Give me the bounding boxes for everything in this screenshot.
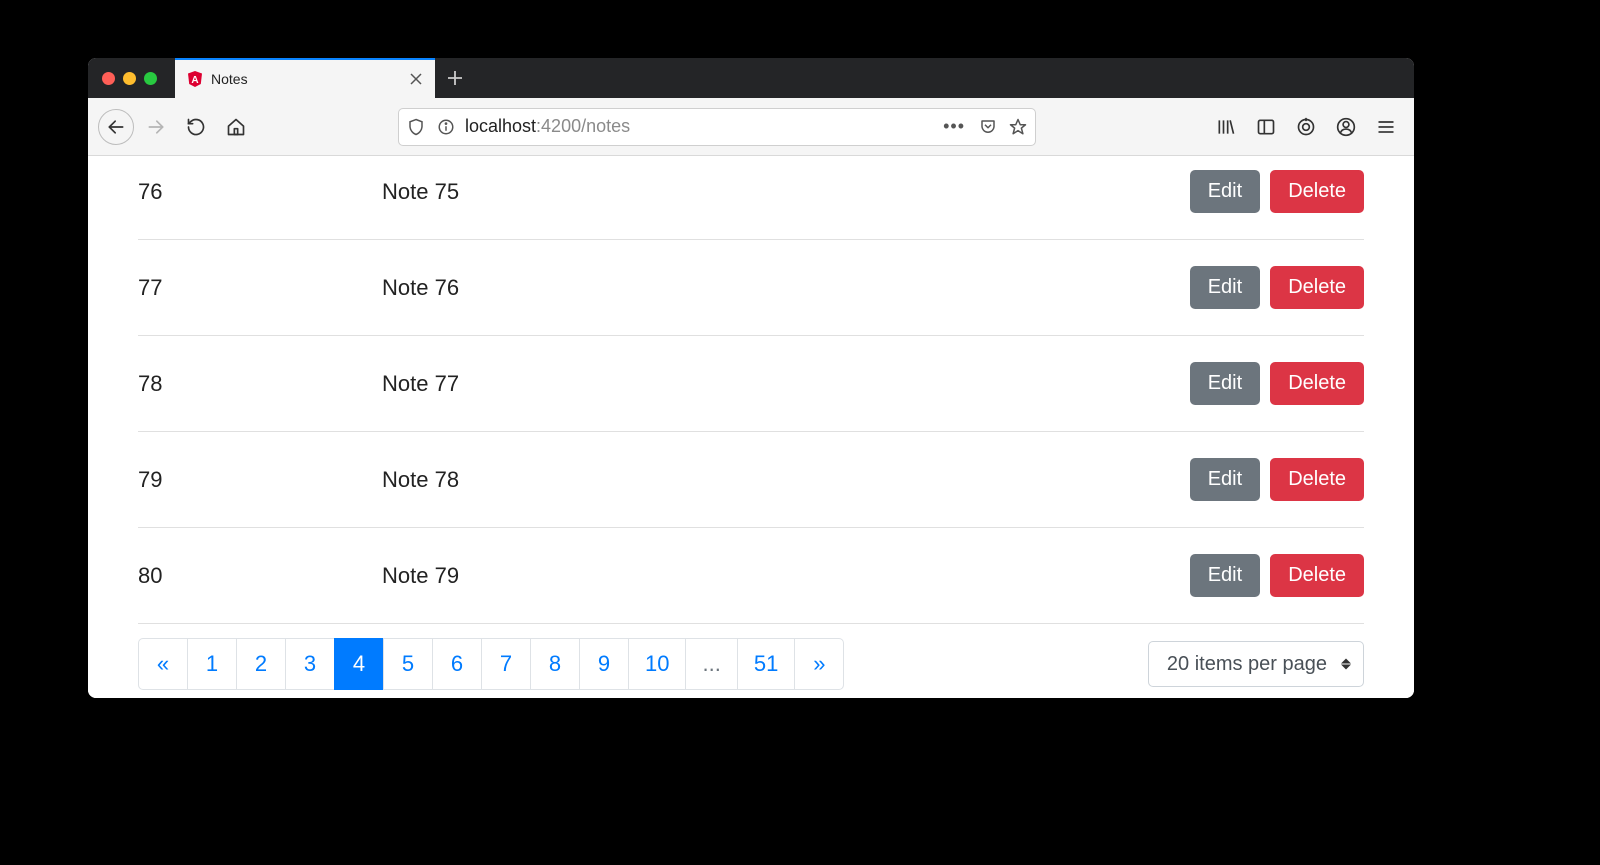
pagination-page-3[interactable]: 3 [285,638,335,690]
pagination-page-6[interactable]: 6 [432,638,482,690]
delete-button[interactable]: Delete [1270,266,1364,309]
library-icon[interactable] [1208,109,1244,145]
note-title: Note 77 [382,371,1190,397]
note-title: Note 78 [382,467,1190,493]
note-row: 80Note 79EditDelete [138,528,1364,624]
pagination-prev[interactable]: « [138,638,188,690]
note-row: 79Note 78EditDelete [138,432,1364,528]
pagination-next[interactable]: » [794,638,844,690]
back-button[interactable] [98,109,134,145]
window-close-icon[interactable] [102,72,115,85]
delete-button[interactable]: Delete [1270,170,1364,213]
note-actions: EditDelete [1190,170,1364,213]
note-title: Note 79 [382,563,1190,589]
note-actions: EditDelete [1190,458,1364,501]
pagination-page-10[interactable]: 10 [628,638,686,690]
note-row: 78Note 77EditDelete [138,336,1364,432]
note-id: 79 [138,467,382,493]
note-title: Note 75 [382,179,1190,205]
note-actions: EditDelete [1190,554,1364,597]
forward-button[interactable] [138,109,174,145]
account-icon[interactable] [1328,109,1364,145]
window-maximize-icon[interactable] [144,72,157,85]
edit-button[interactable]: Edit [1190,362,1260,405]
tab-bar: A Notes [88,58,1414,98]
sidebars-icon[interactable] [1248,109,1284,145]
browser-window: A Notes [88,58,1414,698]
address-bar[interactable]: localhost:4200/notes ••• [398,108,1036,146]
delete-button[interactable]: Delete [1270,362,1364,405]
pagination-page-51[interactable]: 51 [737,638,795,690]
tab-title: Notes [211,71,399,87]
note-list: 76Note 75EditDelete77Note 76EditDelete78… [88,156,1414,624]
pagination-page-7[interactable]: 7 [481,638,531,690]
note-actions: EditDelete [1190,362,1364,405]
browser-tab[interactable]: A Notes [175,58,435,98]
pagination-page-5[interactable]: 5 [383,638,433,690]
delete-button[interactable]: Delete [1270,554,1364,597]
reload-button[interactable] [178,109,214,145]
pagination: «12345678910...51» [138,638,844,690]
edit-button[interactable]: Edit [1190,458,1260,501]
bookmark-star-icon[interactable] [1007,116,1029,138]
url-text: localhost:4200/notes [465,116,931,137]
menu-icon[interactable] [1368,109,1404,145]
angular-favicon-icon: A [187,71,203,87]
page-size-label: 20 items per page [1167,653,1327,676]
note-actions: EditDelete [1190,266,1364,309]
pagination-page-4[interactable]: 4 [334,638,384,690]
home-button[interactable] [218,109,254,145]
new-tab-button[interactable] [435,58,475,98]
edit-button[interactable]: Edit [1190,170,1260,213]
note-row: 77Note 76EditDelete [138,240,1364,336]
select-caret-icon [1341,659,1351,670]
note-id: 78 [138,371,382,397]
note-id: 80 [138,563,382,589]
note-row: 76Note 75EditDelete [138,156,1364,240]
note-title: Note 76 [382,275,1190,301]
edit-button[interactable]: Edit [1190,266,1260,309]
pagination-page-8[interactable]: 8 [530,638,580,690]
pagination-page-2[interactable]: 2 [236,638,286,690]
pagination-page-1[interactable]: 1 [187,638,237,690]
list-footer: «12345678910...51» 20 items per page [88,624,1414,690]
note-id: 77 [138,275,382,301]
tracking-icon[interactable] [1288,109,1324,145]
info-icon[interactable] [435,116,457,138]
tab-close-icon[interactable] [407,70,425,88]
window-minimize-icon[interactable] [123,72,136,85]
window-controls [88,58,175,98]
pagination-ellipsis: ... [685,638,737,690]
note-id: 76 [138,179,382,205]
delete-button[interactable]: Delete [1270,458,1364,501]
pagination-page-9[interactable]: 9 [579,638,629,690]
pocket-icon[interactable] [977,116,999,138]
page-actions-icon[interactable]: ••• [939,116,969,137]
page-size-select[interactable]: 20 items per page [1148,641,1364,687]
edit-button[interactable]: Edit [1190,554,1260,597]
page-content: 76Note 75EditDelete77Note 76EditDelete78… [88,156,1414,698]
svg-text:A: A [191,75,198,86]
browser-toolbar: localhost:4200/notes ••• [88,98,1414,156]
shield-icon[interactable] [405,116,427,138]
